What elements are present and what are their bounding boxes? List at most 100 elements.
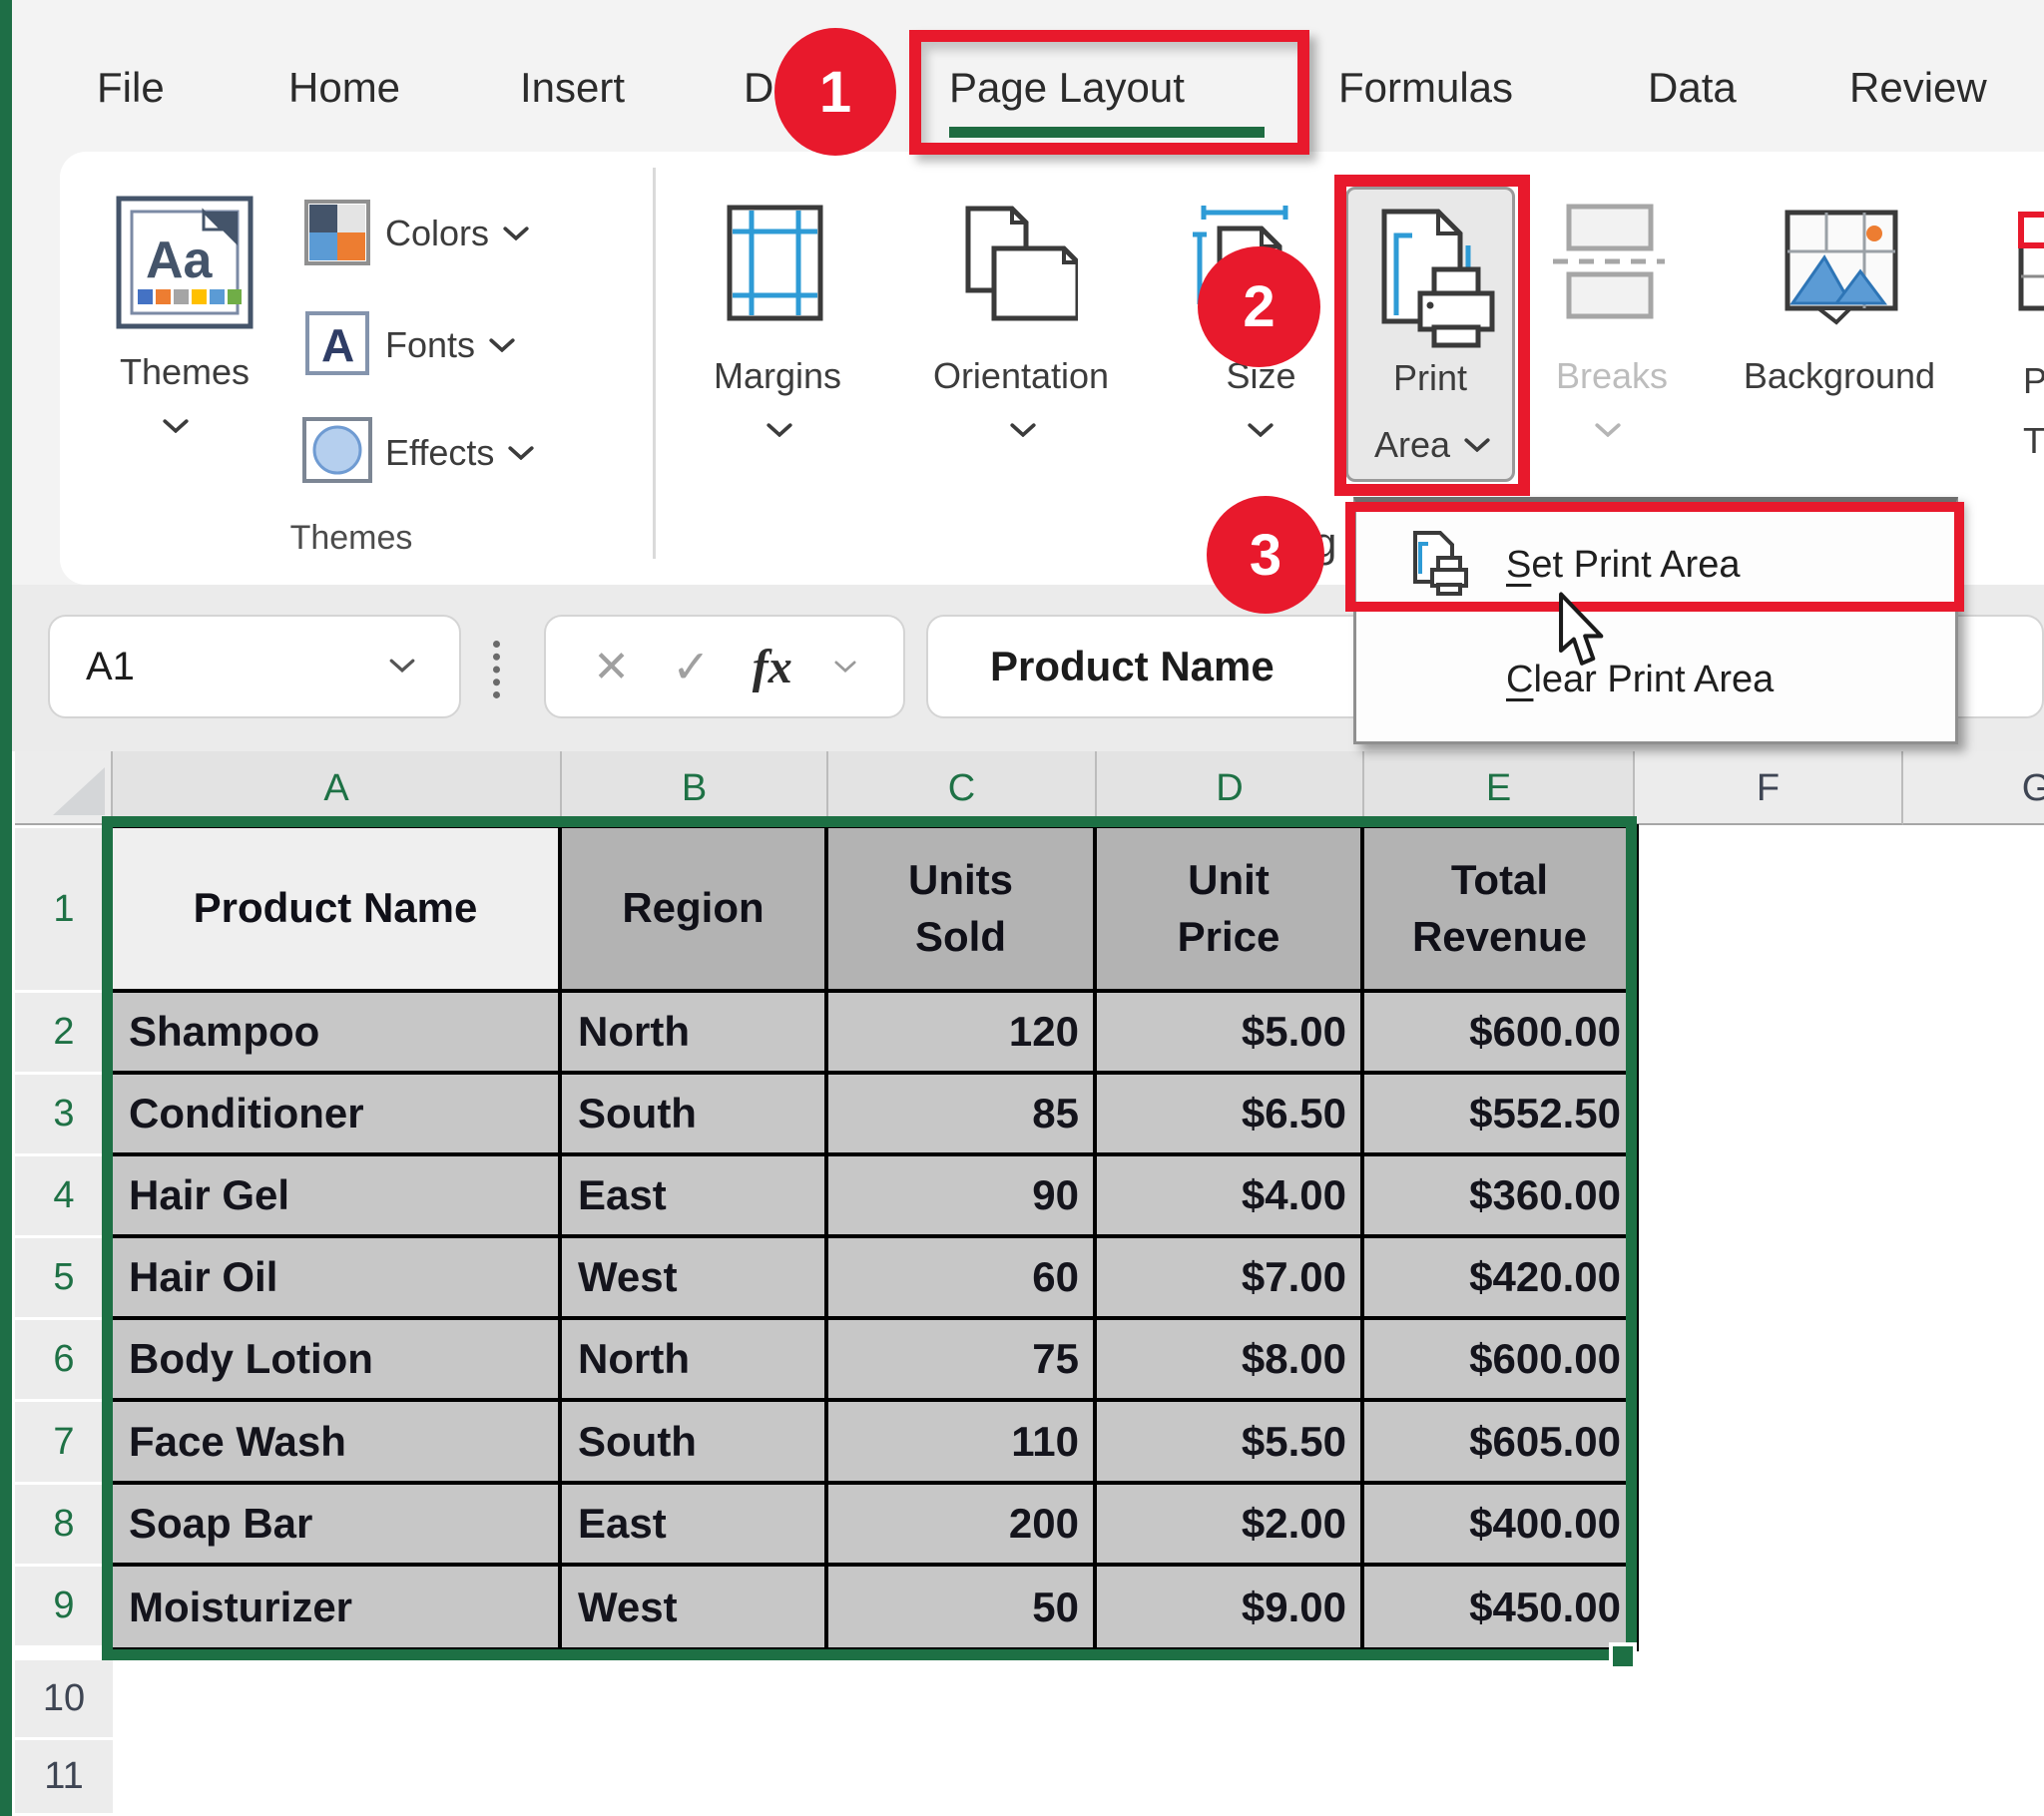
cell-A2[interactable]: Shampoo [113, 993, 562, 1075]
print-titles-button[interactable] [2018, 212, 2044, 316]
orientation-button[interactable] [960, 205, 1081, 327]
window-edge-strip [0, 0, 12, 1816]
group-divider [653, 168, 656, 559]
cell-C9[interactable]: 50 [828, 1567, 1097, 1647]
cell-A5[interactable]: Hair Oil [113, 1238, 562, 1320]
cell-A6[interactable]: Body Lotion [113, 1320, 562, 1402]
cell-B4[interactable]: East [562, 1156, 828, 1238]
select-all-corner[interactable] [15, 751, 113, 825]
cell-A1[interactable]: Product Name [113, 828, 562, 993]
cell-B6[interactable]: North [562, 1320, 828, 1402]
enter-icon[interactable]: ✓ [672, 640, 711, 693]
chevron-down-icon[interactable] [163, 419, 189, 433]
cell-A4[interactable]: Hair Gel [113, 1156, 562, 1238]
cell-C1[interactable]: Units Sold [828, 828, 1097, 993]
chevron-down-icon [1595, 423, 1621, 437]
cell-C2[interactable]: 120 [828, 993, 1097, 1075]
cell-E6[interactable]: $600.00 [1364, 1320, 1635, 1402]
menu-item-clear-print-area[interactable]: Clear Print Area [1506, 659, 1774, 701]
themes-button[interactable]: Aa [116, 196, 254, 334]
cell-A9[interactable]: Moisturizer [113, 1567, 562, 1647]
fonts-button[interactable]: A [305, 311, 369, 380]
tab-draw-occluded[interactable]: D [744, 53, 773, 123]
cell-D3[interactable]: $6.50 [1097, 1075, 1364, 1156]
name-box[interactable]: A1 [48, 615, 461, 718]
row-header-8[interactable]: 8 [15, 1485, 113, 1567]
cell-E9[interactable]: $450.00 [1364, 1567, 1635, 1647]
cell-A8[interactable]: Soap Bar [113, 1485, 562, 1567]
cell-B8[interactable]: East [562, 1485, 828, 1567]
column-header-G[interactable]: G [1903, 751, 2044, 825]
row-header-3[interactable]: 3 [15, 1075, 113, 1156]
insert-function-icon[interactable]: fx [753, 640, 792, 694]
column-header-E[interactable]: E [1364, 751, 1635, 825]
cell-D7[interactable]: $5.50 [1097, 1402, 1364, 1485]
cell-D4[interactable]: $4.00 [1097, 1156, 1364, 1238]
cell-E2[interactable]: $600.00 [1364, 993, 1635, 1075]
row-header-7[interactable]: 7 [15, 1402, 113, 1485]
cancel-icon[interactable]: ✕ [593, 642, 630, 692]
column-header-D[interactable]: D [1097, 751, 1364, 825]
row-header-5[interactable]: 5 [15, 1238, 113, 1320]
chevron-down-icon[interactable] [385, 659, 419, 673]
breaks-label: Breaks [1555, 355, 1669, 396]
chevron-down-icon[interactable] [1248, 423, 1274, 437]
row-header-11[interactable]: 11 [15, 1740, 113, 1816]
chevron-down-icon[interactable] [766, 423, 792, 437]
cell-C4[interactable]: 90 [828, 1156, 1097, 1238]
colors-menu-button[interactable]: Colors [385, 208, 529, 259]
chevron-down-icon[interactable] [1010, 423, 1036, 437]
cell-D6[interactable]: $8.00 [1097, 1320, 1364, 1402]
tab-data[interactable]: Data [1648, 53, 1737, 123]
cell-B9[interactable]: West [562, 1567, 828, 1647]
cell-E3[interactable]: $552.50 [1364, 1075, 1635, 1156]
cell-B3[interactable]: South [562, 1075, 828, 1156]
tab-formulas[interactable]: Formulas [1338, 53, 1513, 123]
cell-B1[interactable]: Region [562, 828, 828, 993]
effects-menu-button[interactable]: Effects [385, 427, 534, 479]
tab-file[interactable]: File [97, 53, 165, 123]
cell-E4[interactable]: $360.00 [1364, 1156, 1635, 1238]
cell-E1[interactable]: Total Revenue [1364, 828, 1635, 993]
column-header-B[interactable]: B [562, 751, 828, 825]
cell-B5[interactable]: West [562, 1238, 828, 1320]
tab-review[interactable]: Review [1849, 53, 1987, 123]
margins-button[interactable] [727, 205, 823, 326]
effects-button[interactable] [302, 417, 372, 488]
cell-E8[interactable]: $400.00 [1364, 1485, 1635, 1567]
row-header-6[interactable]: 6 [15, 1320, 113, 1402]
fill-handle[interactable] [1609, 1642, 1637, 1670]
tab-home[interactable]: Home [288, 53, 400, 123]
cell-B2[interactable]: North [562, 993, 828, 1075]
row-header-1[interactable]: 1 [15, 828, 113, 993]
cell-D1[interactable]: Unit Price [1097, 828, 1364, 993]
row-header-4[interactable]: 4 [15, 1156, 113, 1238]
cell-A7[interactable]: Face Wash [113, 1402, 562, 1485]
row-header-2[interactable]: 2 [15, 993, 113, 1075]
cell-D2[interactable]: $5.00 [1097, 993, 1364, 1075]
print-titles-label: Print Titles [2023, 360, 2044, 461]
row-header-10[interactable]: 10 [15, 1660, 113, 1740]
column-header-F[interactable]: F [1635, 751, 1903, 825]
fonts-menu-button[interactable]: Fonts [385, 319, 515, 371]
colors-button[interactable] [304, 200, 370, 270]
cell-C6[interactable]: 75 [828, 1320, 1097, 1402]
tab-insert[interactable]: Insert [520, 53, 625, 123]
cell-C3[interactable]: 85 [828, 1075, 1097, 1156]
cell-B7[interactable]: South [562, 1402, 828, 1485]
cell-C5[interactable]: 60 [828, 1238, 1097, 1320]
column-header-C[interactable]: C [828, 751, 1097, 825]
chevron-down-icon[interactable] [834, 660, 856, 674]
cell-D9[interactable]: $9.00 [1097, 1567, 1364, 1647]
cell-A3[interactable]: Conditioner [113, 1075, 562, 1156]
cell-D8[interactable]: $2.00 [1097, 1485, 1364, 1567]
column-header-A[interactable]: A [113, 751, 562, 825]
cell-C7[interactable]: 110 [828, 1402, 1097, 1485]
cell-E5[interactable]: $420.00 [1364, 1238, 1635, 1320]
cell-C8[interactable]: 200 [828, 1485, 1097, 1567]
cell-E7[interactable]: $605.00 [1364, 1402, 1635, 1485]
cell-D5[interactable]: $7.00 [1097, 1238, 1364, 1320]
formula-bar-resize-dots[interactable] [493, 641, 500, 698]
row-header-9[interactable]: 9 [15, 1567, 113, 1648]
background-button[interactable] [1785, 210, 1900, 330]
